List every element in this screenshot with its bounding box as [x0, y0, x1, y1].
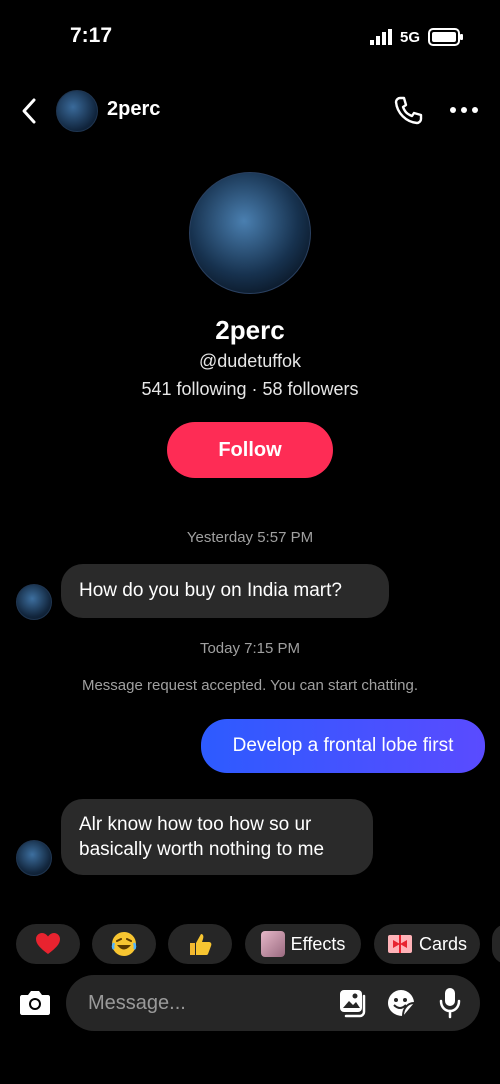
status-time: 7:17 — [70, 24, 113, 47]
profile-handle: @dudetuffok — [198, 351, 301, 371]
more-options-icon[interactable] — [448, 100, 480, 120]
outgoing-message[interactable]: Develop a frontal lobe first — [201, 719, 485, 773]
quick-reactions: Effects Cards — [0, 924, 500, 964]
effects-thumbnail-icon — [260, 931, 285, 957]
sticker-icon[interactable] — [386, 988, 416, 1018]
message-input[interactable]: Message... — [66, 975, 480, 1031]
signal-icon — [369, 29, 392, 45]
gift-card-icon — [387, 935, 412, 953]
thumbs-up-reaction-chip[interactable] — [168, 924, 232, 964]
thumbs-up-icon — [190, 934, 212, 955]
cards-label: Cards — [418, 933, 467, 954]
message-timestamp: Yesterday 5:57 PM — [186, 529, 314, 546]
message-line: basically worth nothing to me — [79, 839, 325, 860]
heart-icon — [36, 933, 60, 954]
more-chip[interactable] — [492, 924, 500, 964]
heart-reaction-chip[interactable] — [16, 924, 80, 964]
cards-chip[interactable]: Cards — [374, 924, 480, 964]
follow-button[interactable]: Follow — [167, 422, 333, 478]
phone-icon[interactable] — [392, 94, 424, 126]
effects-chip[interactable]: Effects — [245, 924, 361, 964]
sender-avatar[interactable] — [16, 840, 52, 876]
message-line: Alr know how too how so ur — [79, 814, 312, 835]
network-label: 5G — [399, 28, 420, 46]
system-message: Message request accepted. You can start … — [81, 677, 419, 694]
back-arrow-icon[interactable] — [14, 96, 44, 126]
incoming-message[interactable]: How do you buy on India mart? — [61, 564, 389, 618]
contact-name[interactable]: 2perc — [107, 98, 160, 121]
laugh-reaction-chip[interactable] — [92, 924, 156, 964]
avatar[interactable] — [56, 90, 98, 132]
status-bar-right: 5G — [369, 28, 464, 46]
microphone-icon[interactable] — [438, 987, 462, 1019]
sender-avatar[interactable] — [16, 584, 52, 620]
battery-icon — [428, 28, 463, 46]
profile-stats: 541 following · 58 followers — [141, 379, 359, 399]
chat-header: 2perc — [0, 88, 500, 134]
profile-avatar[interactable] — [189, 172, 311, 294]
profile-name: 2perc — [215, 315, 285, 345]
message-placeholder: Message... — [88, 992, 186, 1014]
laughing-face-icon — [111, 932, 137, 956]
incoming-message[interactable]: Alr know how too how so ur basically wor… — [61, 799, 373, 875]
camera-icon[interactable] — [19, 988, 51, 1016]
gallery-icon[interactable] — [338, 988, 368, 1018]
effects-label: Effects — [290, 933, 346, 954]
message-timestamp: Today 7:15 PM — [199, 640, 301, 657]
